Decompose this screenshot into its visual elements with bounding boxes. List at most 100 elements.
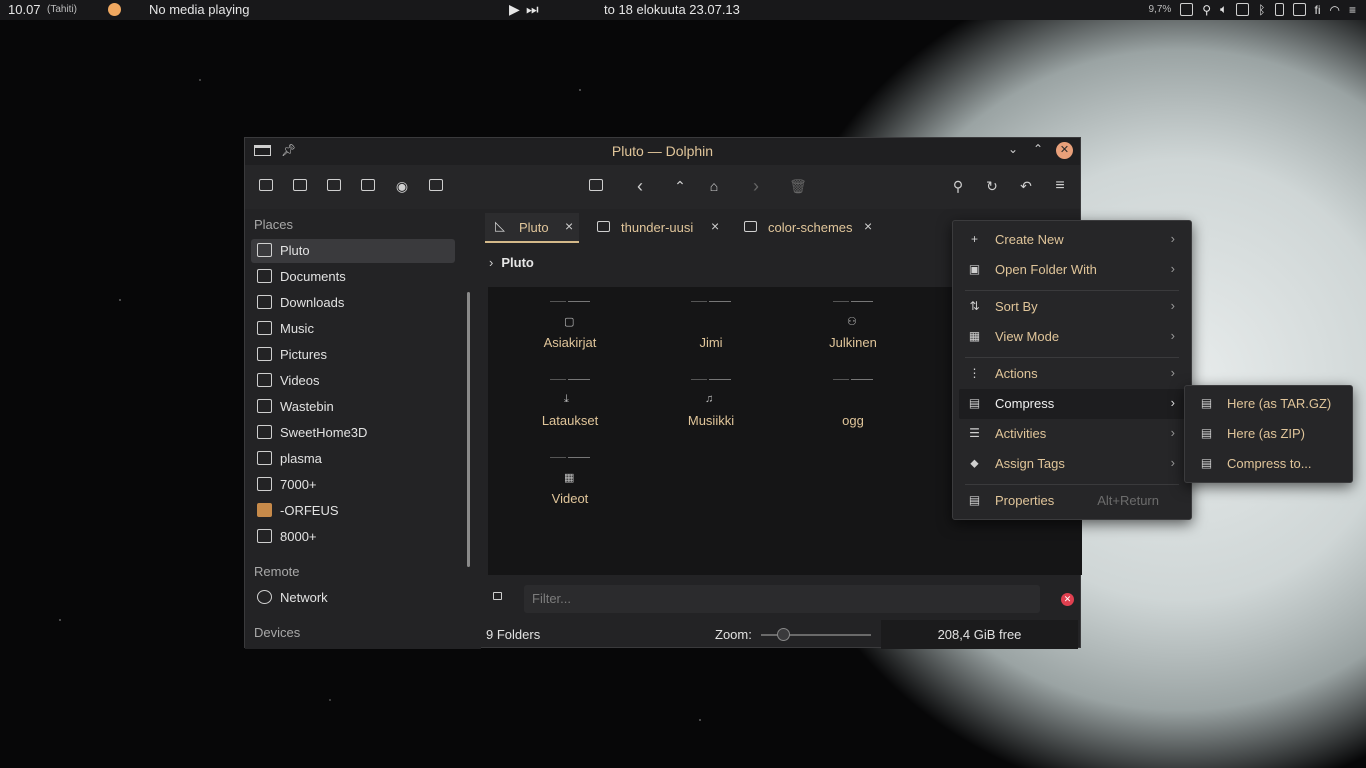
folder-item[interactable]: ♫ Musiikki	[651, 379, 771, 428]
hamburger-menu-icon[interactable]: ≡	[1051, 177, 1069, 195]
wifi-icon[interactable]: ◠	[1330, 3, 1340, 17]
folder-icon	[257, 451, 272, 465]
place-orfeus[interactable]: -ORFEUS	[251, 499, 455, 523]
zoom-slider-handle[interactable]	[777, 628, 790, 641]
cpu-usage[interactable]: 9,7%	[1149, 4, 1172, 15]
hidden-files-icon[interactable]: ◉	[393, 177, 411, 195]
folder-item[interactable]: ⤓ Lataukset	[510, 379, 630, 428]
more-icon: ⋮	[968, 366, 981, 380]
folder-item[interactable]: ▢ Asiakirjat	[510, 301, 630, 350]
bulb-icon[interactable]: ⚲	[1202, 3, 1211, 17]
free-space[interactable]: 208,4 GiB free	[881, 620, 1078, 649]
clipboard-icon[interactable]	[1292, 3, 1306, 16]
menu-item-compress-to[interactable]: ▤ Compress to...	[1191, 449, 1346, 479]
place-downloads[interactable]: Downloads	[251, 291, 455, 315]
clock[interactable]: 10.07	[8, 2, 41, 17]
next-track-icon[interactable]: ⏭	[526, 1, 539, 18]
close-tab-icon[interactable]: ×	[565, 218, 573, 234]
chevron-right-icon: ›	[1170, 365, 1175, 380]
menu-item-view-mode[interactable]: ▦ View Mode ›	[959, 322, 1185, 352]
place-pluto[interactable]: Pluto	[251, 239, 455, 263]
top-panel: 10.07 (Tahiti) No media playing ▶ ⏭ to 1…	[0, 0, 1366, 20]
close-icon[interactable]: ✕	[1056, 142, 1073, 159]
folder-icon	[257, 425, 272, 439]
menu-icon[interactable]: ≡	[1349, 3, 1356, 17]
filter-input[interactable]: Filter...	[524, 585, 1040, 613]
remote-heading: Remote	[254, 564, 300, 579]
folder-item[interactable]: ⚇ Julkinen	[793, 301, 913, 350]
volume-icon[interactable]: 🔈︎	[1220, 2, 1227, 17]
toolbar: ◉ ‹ ⌃ ⌂ › 🗑︎ ⚲ ↻ ↶ ≡	[245, 165, 1080, 209]
display-icon[interactable]	[1236, 3, 1250, 16]
menu-item-assign-tags[interactable]: ⬥ Assign Tags ›	[959, 449, 1185, 479]
maximize-icon[interactable]: ⌃	[1033, 142, 1043, 156]
minimize-icon[interactable]: ⌄	[1008, 142, 1018, 156]
title-bar[interactable]: 📌︎ Pluto — Dolphin ⌄ ⌃ ✕	[245, 138, 1080, 165]
place-videos[interactable]: Videos	[251, 369, 455, 393]
forward-icon[interactable]: ›	[747, 177, 765, 195]
new-tab-icon[interactable]	[325, 177, 343, 195]
menu-item-sort-by[interactable]: ⇅ Sort By ›	[959, 292, 1185, 322]
tab-thunder-uusi[interactable]: thunder-uusi ×	[587, 213, 725, 241]
place-documents[interactable]: Documents	[251, 265, 455, 289]
folder-item[interactable]: ogg	[793, 379, 913, 428]
place-wastebin[interactable]: Wastebin	[251, 395, 455, 419]
lock-icon[interactable]	[493, 592, 502, 600]
archive-icon: ▤	[968, 396, 981, 410]
place-pictures[interactable]: Pictures	[251, 343, 455, 367]
menu-item-actions[interactable]: ⋮ Actions ›	[959, 359, 1185, 389]
home-icon[interactable]: ⌂	[705, 177, 723, 195]
date-time[interactable]: to 18 elokuuta 23.07.13	[604, 2, 740, 17]
preview-icon[interactable]	[359, 177, 377, 195]
close-tab-icon[interactable]: ×	[711, 218, 719, 234]
app-icon	[257, 503, 272, 517]
item-count: 9 Folders	[486, 627, 541, 642]
folder-icon	[257, 477, 272, 491]
new-window-icon[interactable]	[427, 177, 445, 195]
delete-icon[interactable]: 🗑︎	[789, 177, 807, 195]
search-icon[interactable]: ⚲	[949, 177, 967, 195]
media-status[interactable]: No media playing	[149, 2, 249, 17]
terminal-icon[interactable]	[291, 177, 309, 195]
mail-icon[interactable]	[1180, 3, 1194, 16]
folder-item[interactable]: Jimi	[651, 301, 771, 350]
menu-item-properties[interactable]: ▤ Properties Alt+Return	[959, 486, 1185, 516]
tab-color-schemes[interactable]: color-schemes ×	[734, 213, 884, 241]
clear-filter-icon[interactable]: ✕	[1061, 593, 1074, 606]
folder-icon	[691, 301, 731, 329]
place-7000[interactable]: 7000+	[251, 473, 455, 497]
menu-item-here-zip[interactable]: ▤ Here (as ZIP)	[1191, 419, 1346, 449]
chevron-right-icon: ›	[1170, 455, 1175, 470]
play-icon[interactable]: ▶	[509, 1, 520, 18]
folder-item[interactable]: ▦ Videot	[510, 457, 630, 506]
menu-item-create-new[interactable]: + Create New ›	[959, 225, 1185, 255]
close-tab-icon[interactable]: ×	[864, 218, 872, 234]
place-network[interactable]: Network	[251, 586, 455, 610]
menu-item-compress[interactable]: ▤ Compress ›	[959, 389, 1185, 419]
tag-icon: ⬥	[970, 456, 979, 470]
place-8000[interactable]: 8000+	[251, 525, 455, 549]
reload-icon[interactable]: ↻	[983, 177, 1001, 195]
place-music[interactable]: Music	[251, 317, 455, 341]
places-scrollbar[interactable]	[467, 292, 470, 567]
split-icon[interactable]	[587, 177, 605, 195]
undo-icon[interactable]: ↶	[1017, 177, 1035, 195]
bluetooth-icon[interactable]: ᛒ	[1258, 3, 1265, 17]
places-panel: Places Pluto Documents Downloads Music P…	[245, 209, 481, 649]
documents-icon	[257, 269, 272, 283]
place-sweethome3d[interactable]: SweetHome3D	[251, 421, 455, 445]
menu-item-here-tar-gz[interactable]: ▤ Here (as TAR.GZ)	[1191, 389, 1346, 419]
menu-item-activities[interactable]: ☰ Activities ›	[959, 419, 1185, 449]
battery-icon[interactable]	[1274, 3, 1284, 16]
weather-icon[interactable]	[108, 3, 121, 16]
tab-pluto[interactable]: ◺ Pluto ×	[485, 213, 579, 243]
split-view-icon[interactable]	[257, 177, 275, 195]
videos-icon	[257, 373, 272, 387]
language-indicator[interactable]: fi	[1315, 3, 1321, 17]
up-icon[interactable]: ⌃	[671, 177, 689, 195]
menu-separator	[965, 357, 1179, 358]
back-icon[interactable]: ‹	[631, 177, 649, 195]
place-plasma[interactable]: plasma	[251, 447, 455, 471]
menu-item-open-folder-with[interactable]: ▣ Open Folder With ›	[959, 255, 1185, 285]
breadcrumb[interactable]: › Pluto	[489, 255, 534, 270]
